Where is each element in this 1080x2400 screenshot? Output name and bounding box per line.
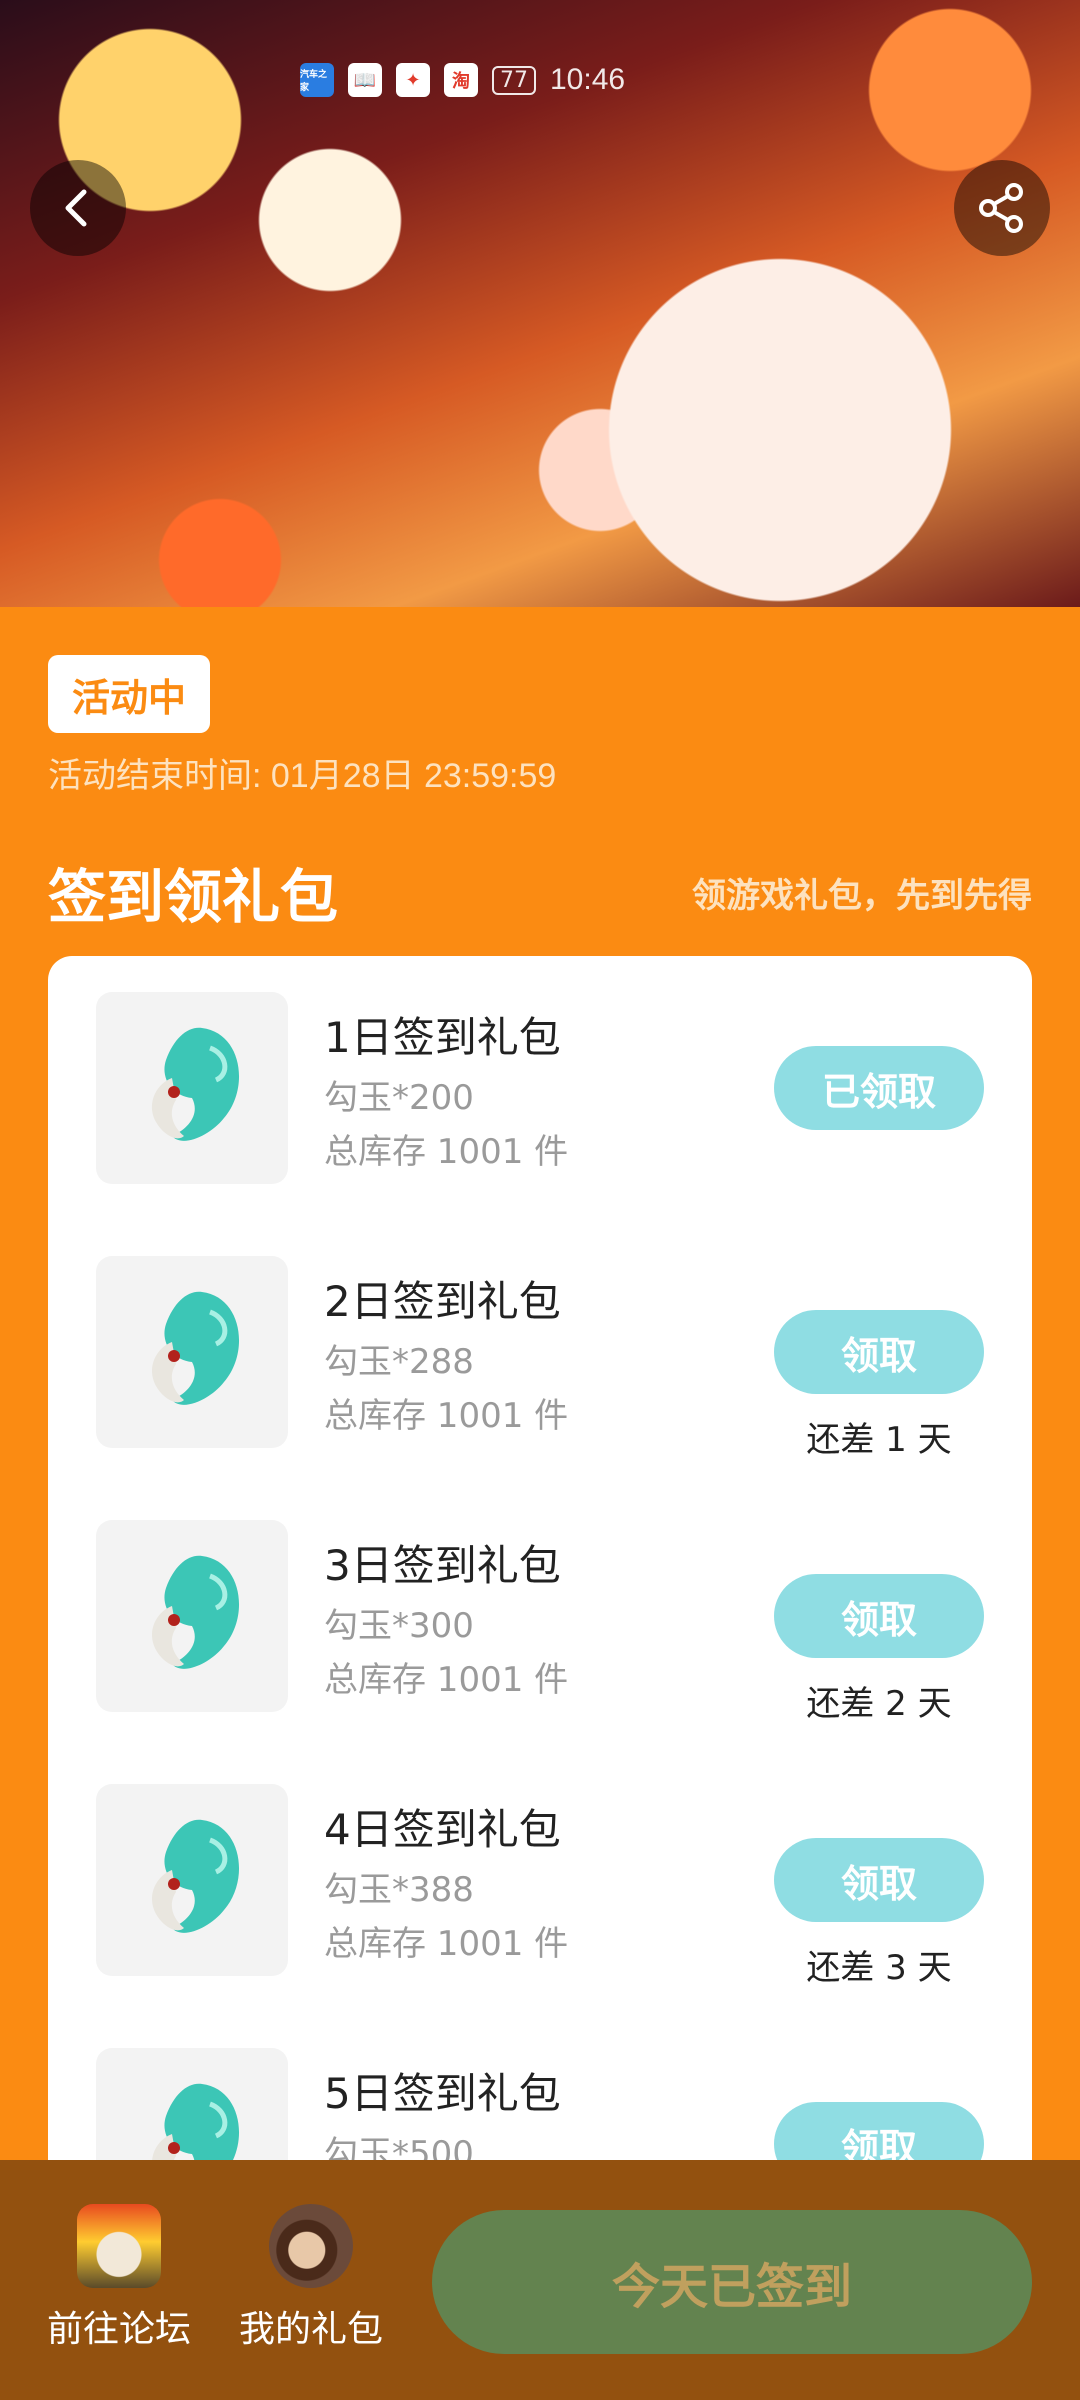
gift-row: 4日签到礼包 勾玉*388 总库存 1001 件 领取 还差 3 天 bbox=[48, 1748, 1032, 1988]
gift-name: 4日签到礼包 bbox=[324, 1805, 561, 1854]
magatama-icon bbox=[151, 1291, 240, 1405]
section-title: 签到领礼包 bbox=[48, 863, 339, 931]
gift-name: 3日签到礼包 bbox=[324, 1541, 561, 1590]
claim-button[interactable]: 领取 bbox=[774, 1574, 984, 1658]
gift-reward: 勾玉*388 bbox=[324, 1870, 474, 1910]
status-app-icon: ✦ bbox=[396, 63, 430, 97]
status-app-icon: 汽车之家 bbox=[300, 63, 334, 97]
status-time: 10:46 bbox=[550, 63, 626, 96]
claimed-button[interactable]: 已领取 bbox=[774, 1046, 984, 1130]
forum-link[interactable]: 前往论坛 bbox=[34, 2204, 204, 2352]
gift-icon bbox=[96, 1784, 288, 1976]
claim-button[interactable]: 领取 bbox=[774, 1838, 984, 1922]
section-subtitle: 领游戏礼包，先到先得 bbox=[692, 876, 1032, 916]
gift-name: 1日签到礼包 bbox=[324, 1013, 561, 1062]
gift-icon bbox=[96, 1256, 288, 1448]
gift-icon bbox=[96, 1520, 288, 1712]
gift-icon bbox=[96, 992, 288, 1184]
battery-indicator: 77 bbox=[492, 65, 536, 95]
game-avatar-icon bbox=[77, 2204, 161, 2288]
magatama-icon bbox=[151, 1027, 240, 1141]
gift-name: 5日签到礼包 bbox=[324, 2069, 561, 2118]
gift-stock: 总库存 1001 件 bbox=[324, 1660, 569, 1700]
signed-in-button[interactable]: 今天已签到 bbox=[432, 2210, 1032, 2354]
claim-button[interactable]: 领取 bbox=[774, 1310, 984, 1394]
gift-stock: 总库存 1001 件 bbox=[324, 1924, 569, 1964]
days-remaining: 还差 2 天 bbox=[806, 1684, 952, 1724]
magatama-icon bbox=[151, 1555, 240, 1669]
forum-label: 前往论坛 bbox=[46, 2309, 191, 2350]
share-icon bbox=[979, 183, 1023, 233]
gift-list-card: 1日签到礼包 勾玉*200 总库存 1001 件 已领取 2日签到礼包 勾玉*2… bbox=[48, 956, 1032, 2256]
gift-row: 3日签到礼包 勾玉*300 总库存 1001 件 领取 还差 2 天 bbox=[48, 1484, 1032, 1724]
gift-row: 2日签到礼包 勾玉*288 总库存 1001 件 领取 还差 1 天 bbox=[48, 1220, 1032, 1460]
gift-stock: 总库存 1001 件 bbox=[324, 1396, 569, 1436]
chevron-left-icon bbox=[65, 189, 87, 227]
gift-avatar-icon bbox=[269, 2204, 353, 2288]
gift-name: 2日签到礼包 bbox=[324, 1277, 561, 1326]
gift-row: 1日签到礼包 勾玉*200 总库存 1001 件 已领取 bbox=[48, 956, 1032, 1184]
magatama-icon bbox=[151, 1819, 240, 1933]
event-banner: 汽车之家 📖 ✦ 淘 77 10:46 bbox=[0, 0, 1080, 607]
status-bar: 汽车之家 📖 ✦ 淘 77 10:46 bbox=[300, 60, 1040, 100]
gift-reward: 勾玉*288 bbox=[324, 1342, 474, 1382]
gift-reward: 勾玉*300 bbox=[324, 1606, 474, 1646]
status-app-icon: 📖 bbox=[348, 63, 382, 97]
my-gifts-link[interactable]: 我的礼包 bbox=[226, 2204, 396, 2352]
back-button[interactable] bbox=[30, 160, 126, 256]
days-remaining: 还差 3 天 bbox=[806, 1948, 952, 1988]
activity-status-badge: 活动中 bbox=[48, 655, 211, 733]
bottom-action-bar: 前往论坛 我的礼包 今天已签到 bbox=[0, 2160, 1080, 2400]
status-app-icon: 淘 bbox=[444, 63, 478, 97]
share-button[interactable] bbox=[954, 160, 1050, 256]
my-gifts-label: 我的礼包 bbox=[238, 2309, 383, 2350]
activity-end-time: 活动结束时间: 01月28日 23:59:59 bbox=[48, 757, 557, 795]
days-remaining: 还差 1 天 bbox=[806, 1420, 952, 1460]
gift-reward: 勾玉*200 bbox=[324, 1078, 474, 1118]
gift-stock: 总库存 1001 件 bbox=[324, 1132, 569, 1172]
